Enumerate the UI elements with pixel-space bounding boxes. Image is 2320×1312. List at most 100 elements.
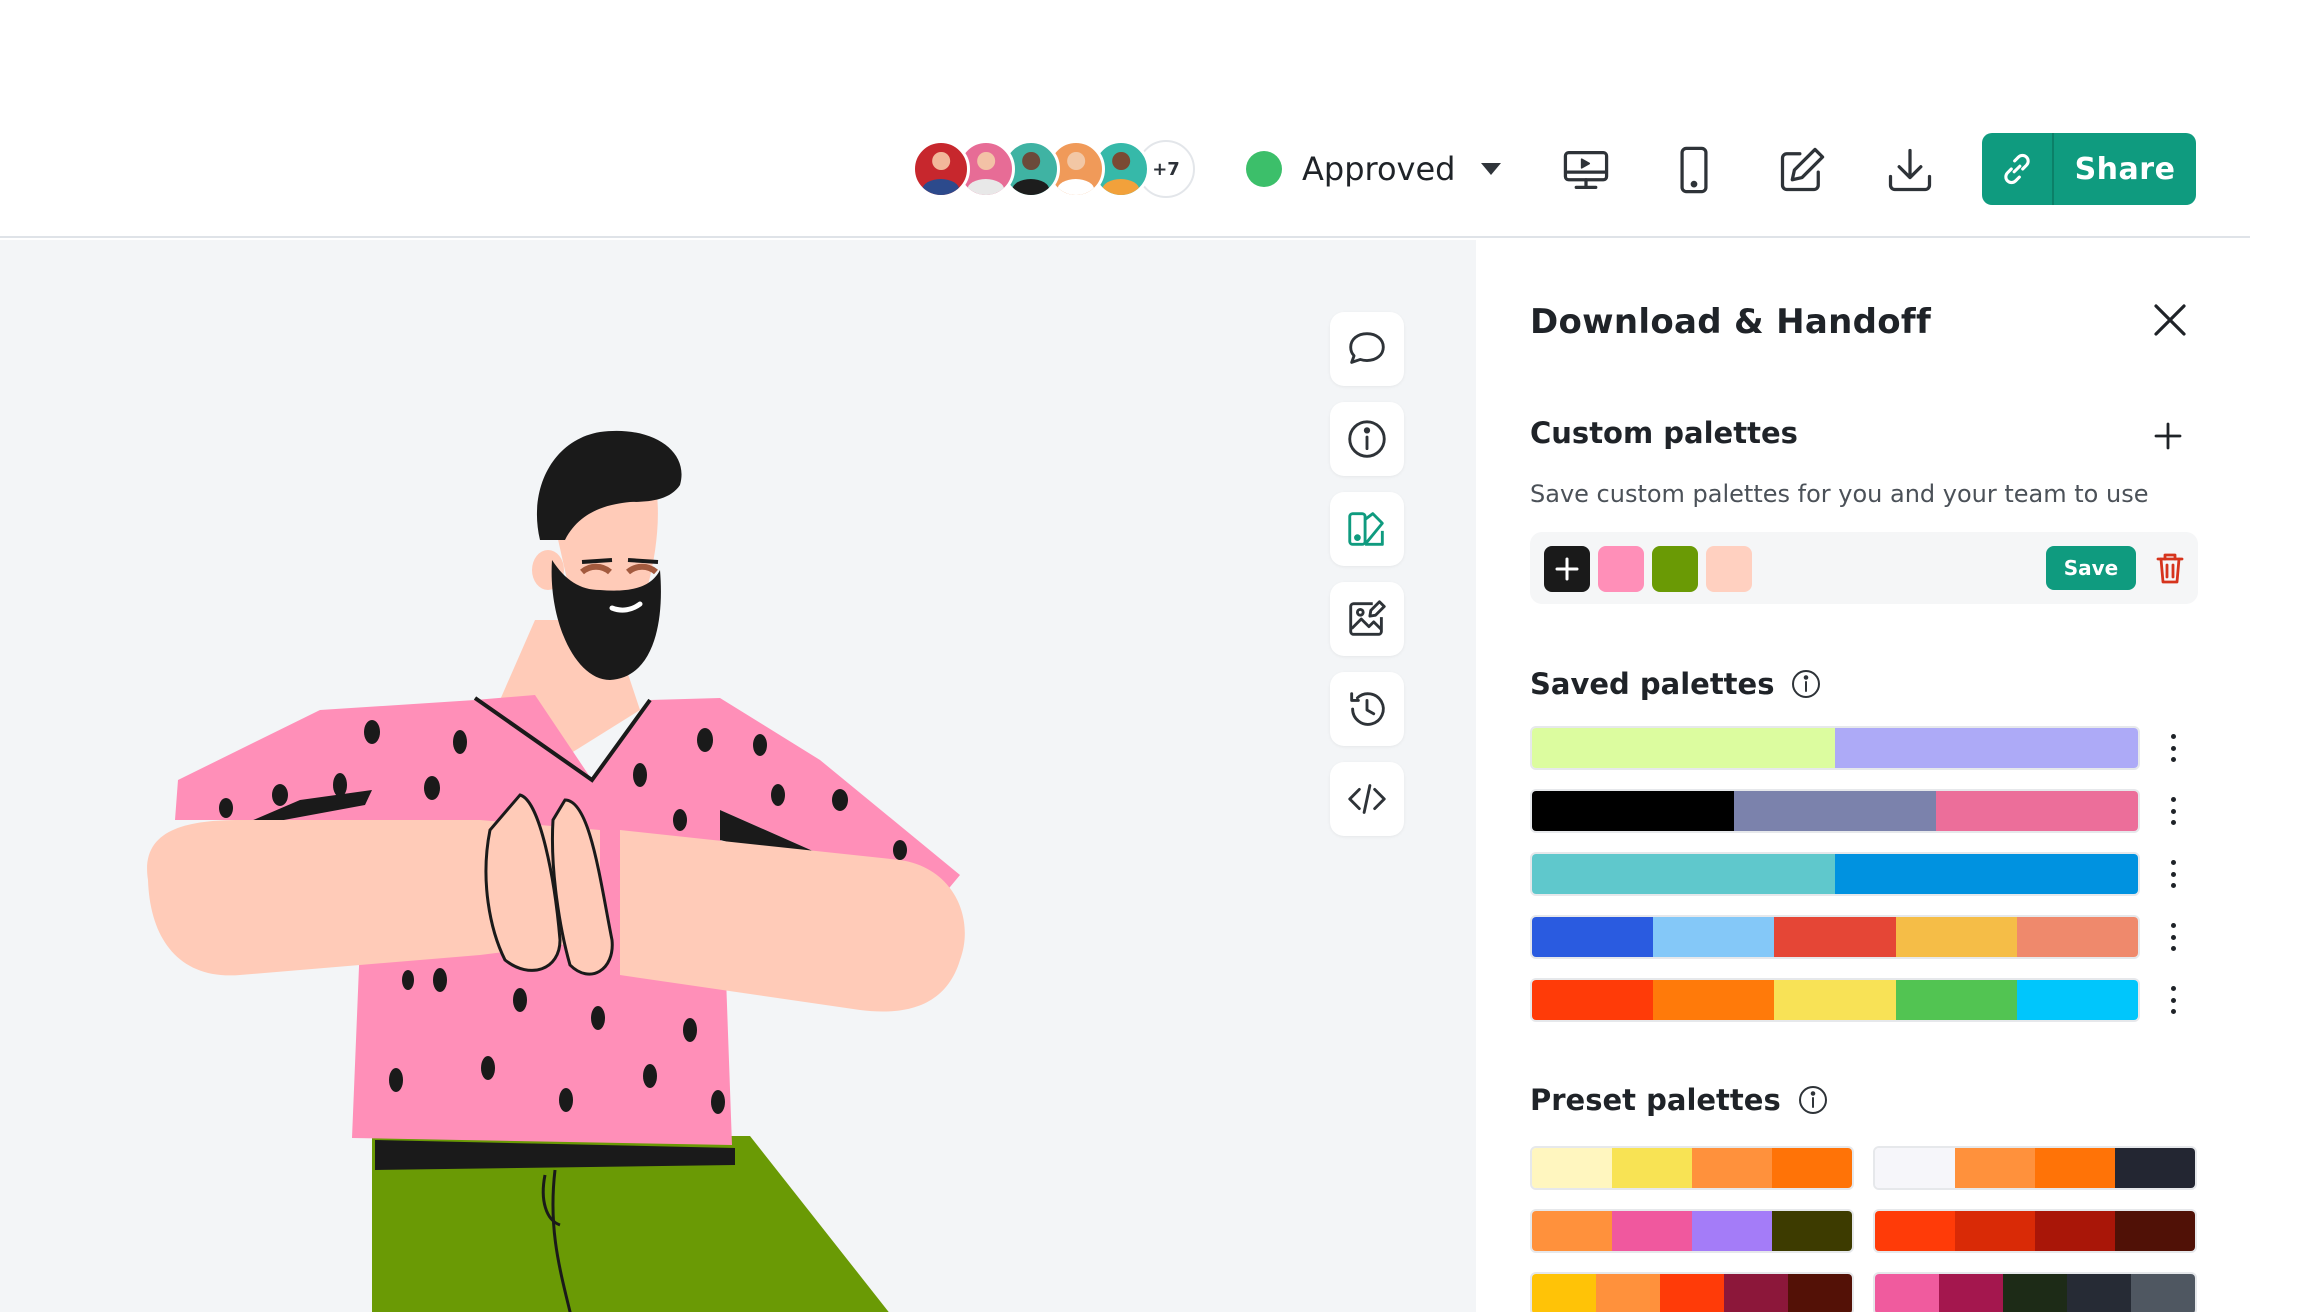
palette-color-segment — [1734, 791, 1936, 831]
palette-color-segment — [1532, 1211, 1612, 1251]
palette-color-segment — [1835, 854, 2138, 894]
custom-palettes-description: Save custom palettes for you and your te… — [1530, 480, 2149, 508]
preset-palettes-title: Preset palettes — [1530, 1083, 1829, 1117]
trash-icon[interactable] — [2150, 548, 2190, 588]
palette-color-segment — [1875, 1274, 1939, 1312]
color-swatch[interactable] — [1652, 546, 1698, 592]
canvas-side-toolbar — [1330, 312, 1404, 852]
design-canvas[interactable] — [0, 240, 1476, 1312]
mobile-preview-button[interactable] — [1664, 140, 1724, 200]
image-edit-button[interactable] — [1330, 582, 1404, 656]
code-button[interactable] — [1330, 762, 1404, 836]
palette-color-segment — [1936, 791, 2138, 831]
palette-color-segment — [1788, 1274, 1852, 1312]
comments-button[interactable] — [1330, 312, 1404, 386]
preset-palettes-label: Preset palettes — [1530, 1083, 1781, 1117]
saved-palette-row[interactable] — [1530, 726, 2140, 770]
saved-palette-row[interactable] — [1530, 852, 2140, 896]
palette-color-segment — [2131, 1274, 2195, 1312]
avatar[interactable] — [912, 140, 970, 198]
panel-title: Download & Handoff — [1530, 302, 1932, 342]
info-icon[interactable] — [1797, 1084, 1829, 1116]
palette-color-segment — [2035, 1211, 2115, 1251]
image-edit-icon — [1349, 600, 1386, 636]
add-palette-icon[interactable] — [2150, 418, 2186, 454]
download-button[interactable] — [1880, 140, 1940, 200]
palette-color-segment — [1653, 917, 1775, 957]
status-dot — [1246, 151, 1282, 187]
preset-palette-row[interactable] — [1873, 1146, 2197, 1190]
add-color-button[interactable] — [1544, 546, 1590, 592]
history-button[interactable] — [1330, 672, 1404, 746]
palette-color-segment — [2003, 1274, 2067, 1312]
saved-palettes-label: Saved palettes — [1530, 667, 1775, 701]
palette-color-segment — [1660, 1274, 1724, 1312]
copy-link-button[interactable] — [1982, 133, 2054, 205]
more-options-icon[interactable] — [2166, 793, 2180, 829]
preset-palette-row[interactable] — [1530, 1209, 1854, 1253]
palette-color-segment — [1955, 1148, 2035, 1188]
palette-color-segment — [1875, 1211, 1955, 1251]
comment-icon — [1349, 332, 1385, 364]
preset-palette-row[interactable] — [1530, 1272, 1854, 1312]
palette-color-segment — [1692, 1148, 1772, 1188]
chevron-down-icon[interactable] — [1481, 163, 1502, 175]
palette-color-segment — [1653, 980, 1775, 1020]
info-icon[interactable] — [1790, 668, 1822, 700]
palette-color-segment — [1939, 1274, 2003, 1312]
status-dropdown[interactable]: Approved — [1246, 144, 1502, 194]
palette-color-segment — [1612, 1211, 1692, 1251]
preset-palette-row[interactable] — [1530, 1146, 1854, 1190]
more-options-icon[interactable] — [2166, 919, 2180, 955]
palette-color-segment — [1532, 980, 1654, 1020]
palette-color-segment — [1875, 1148, 1955, 1188]
status-label: Approved — [1302, 150, 1456, 188]
collaborator-avatars[interactable]: +7 — [912, 140, 1195, 198]
palette-color-segment — [2115, 1148, 2195, 1188]
edit-button[interactable] — [1772, 140, 1832, 200]
palette-color-segment — [2016, 917, 2138, 957]
more-options-icon[interactable] — [2166, 856, 2180, 892]
preset-palette-row[interactable] — [1873, 1209, 2197, 1253]
link-icon — [2004, 154, 2030, 184]
saved-palette-row[interactable] — [1530, 789, 2140, 833]
palette-color-segment — [1774, 917, 1896, 957]
palette-color-segment — [1532, 791, 1734, 831]
more-options-icon[interactable] — [2166, 982, 2180, 1018]
palette-color-segment — [1692, 1211, 1772, 1251]
custom-palettes-title: Custom palettes — [1530, 416, 1798, 450]
more-options-icon[interactable] — [2166, 730, 2180, 766]
palette-color-segment — [1612, 1148, 1692, 1188]
desktop-preview-button[interactable] — [1556, 140, 1616, 200]
palette-color-segment — [1596, 1274, 1660, 1312]
palette-color-segment — [1532, 1274, 1596, 1312]
palette-color-segment — [1532, 1148, 1612, 1188]
desktop-preview-icon — [1563, 151, 1609, 189]
palette-color-segment — [1955, 1211, 2035, 1251]
share-button[interactable]: Share — [1982, 133, 2196, 205]
palette-color-segment — [1895, 917, 2017, 957]
preset-palette-row[interactable] — [1873, 1272, 2197, 1312]
palette-color-segment — [2067, 1274, 2131, 1312]
palette-color-segment — [1532, 728, 1835, 768]
color-swatch[interactable] — [1598, 546, 1644, 592]
share-label: Share — [2074, 151, 2176, 187]
palette-icon — [1348, 512, 1384, 546]
palette-color-segment — [2115, 1211, 2195, 1251]
saved-palette-row[interactable] — [1530, 915, 2140, 959]
info-button[interactable] — [1330, 402, 1404, 476]
color-swatch[interactable] — [1706, 546, 1752, 592]
mobile-preview-icon — [1680, 146, 1708, 194]
saved-palettes-title: Saved palettes — [1530, 667, 1822, 701]
code-icon — [1348, 784, 1386, 814]
plus-icon — [1555, 557, 1579, 581]
custom-palette-editor: Save — [1530, 532, 2198, 604]
palette-color-segment — [1772, 1148, 1852, 1188]
palette-color-segment — [1532, 917, 1654, 957]
palette-color-segment — [1895, 980, 2017, 1020]
palette-button[interactable] — [1330, 492, 1404, 566]
palette-color-segment — [1774, 980, 1896, 1020]
close-icon[interactable] — [2148, 298, 2192, 342]
save-palette-button[interactable]: Save — [2046, 546, 2136, 590]
saved-palette-row[interactable] — [1530, 978, 2140, 1022]
